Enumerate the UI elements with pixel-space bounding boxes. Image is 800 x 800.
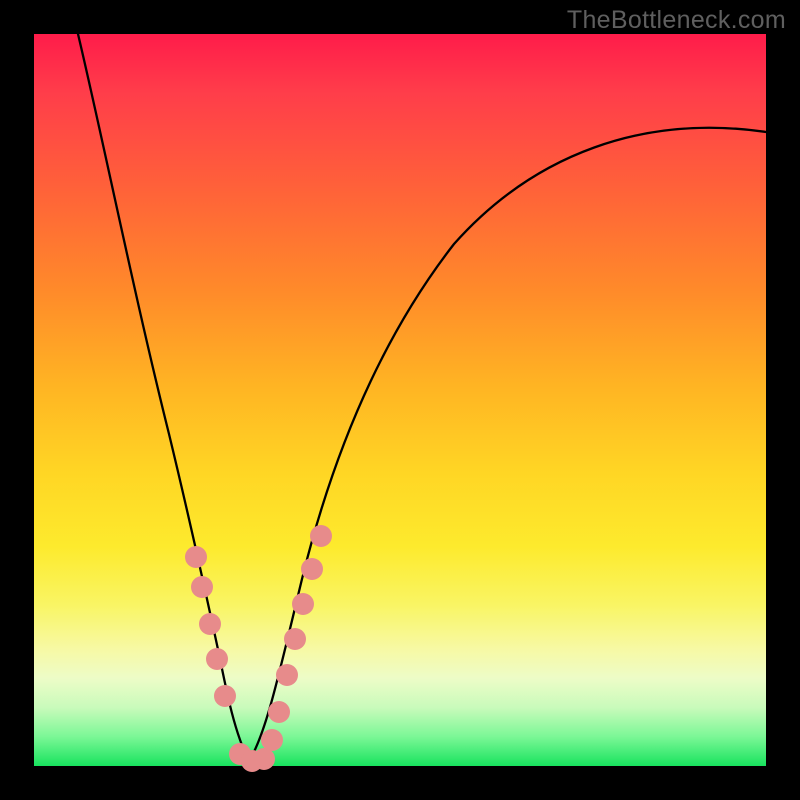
plot-area <box>34 34 766 766</box>
marker-point <box>206 648 228 670</box>
marker-point <box>253 748 275 770</box>
marker-point <box>284 628 306 650</box>
chart-frame: TheBottleneck.com <box>0 0 800 800</box>
marker-point <box>310 525 332 547</box>
marker-point <box>199 613 221 635</box>
marker-point <box>261 729 283 751</box>
bottleneck-curve <box>34 34 766 766</box>
marker-point <box>301 558 323 580</box>
marker-point <box>185 546 207 568</box>
marker-point <box>214 685 236 707</box>
curve-right-branch <box>249 128 766 761</box>
marker-point <box>292 593 314 615</box>
marker-point <box>276 664 298 686</box>
curve-markers <box>185 525 332 772</box>
marker-point <box>191 576 213 598</box>
marker-point <box>268 701 290 723</box>
watermark-text: TheBottleneck.com <box>567 6 786 35</box>
